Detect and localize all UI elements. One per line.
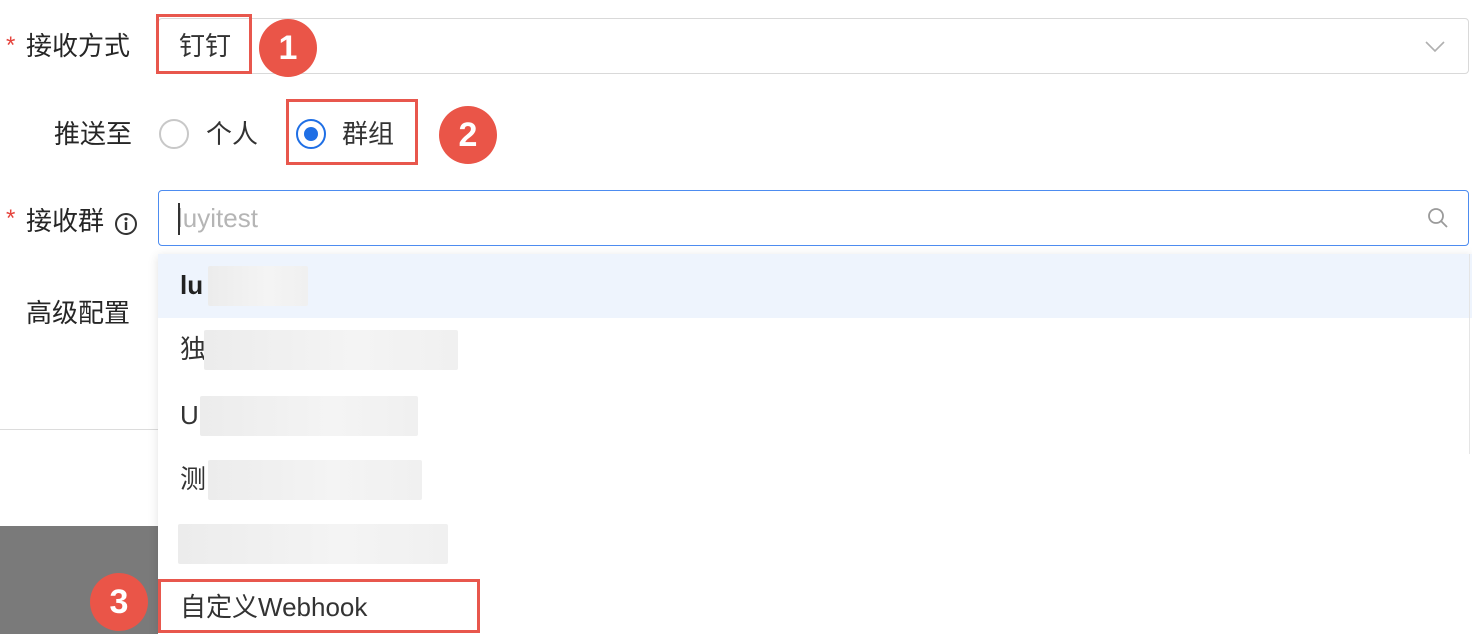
annotation-badge-1: 1 bbox=[259, 19, 317, 77]
required-mark: * bbox=[6, 32, 16, 59]
annotation-box-3 bbox=[158, 579, 480, 633]
receive-group-search-input[interactable] bbox=[177, 201, 1377, 235]
redacted-text bbox=[200, 396, 418, 436]
dropdown-border bbox=[1469, 254, 1470, 454]
receive-method-select[interactable]: 钉钉 bbox=[158, 18, 1469, 74]
dropdown-option[interactable]: U bbox=[158, 384, 1472, 448]
required-mark: * bbox=[6, 205, 16, 232]
receive-group-search[interactable] bbox=[158, 190, 1469, 246]
radio-personal[interactable] bbox=[159, 119, 189, 149]
annotation-badge-3: 3 bbox=[90, 573, 148, 631]
push-to-label: 推送至 bbox=[54, 119, 133, 149]
receive-method-label: 接收方式 bbox=[26, 31, 131, 61]
annotation-badge-2: 2 bbox=[439, 106, 497, 164]
redacted-text bbox=[208, 266, 308, 306]
radio-personal-label[interactable]: 个人 bbox=[206, 121, 258, 147]
search-icon[interactable] bbox=[1426, 206, 1450, 230]
dropdown-option[interactable]: 测 bbox=[158, 448, 1472, 512]
annotation-box-1 bbox=[156, 14, 252, 74]
receive-group-label: 接收群 bbox=[26, 206, 105, 236]
redacted-text bbox=[208, 460, 422, 500]
group-dropdown: lu 独 U 测 自定义Webhook bbox=[158, 254, 1472, 634]
dropdown-option[interactable]: 独 bbox=[158, 318, 1472, 382]
chevron-down-icon bbox=[1425, 41, 1445, 53]
advanced-config-label[interactable]: 高级配置 bbox=[26, 300, 130, 326]
text-caret bbox=[178, 203, 180, 235]
dropdown-option[interactable]: lu bbox=[158, 254, 1472, 318]
section-divider bbox=[0, 429, 160, 430]
redacted-text bbox=[204, 330, 458, 370]
info-icon[interactable] bbox=[114, 212, 138, 236]
dropdown-option[interactable] bbox=[158, 512, 1472, 576]
redacted-text bbox=[178, 524, 448, 564]
annotation-box-2 bbox=[286, 99, 418, 165]
